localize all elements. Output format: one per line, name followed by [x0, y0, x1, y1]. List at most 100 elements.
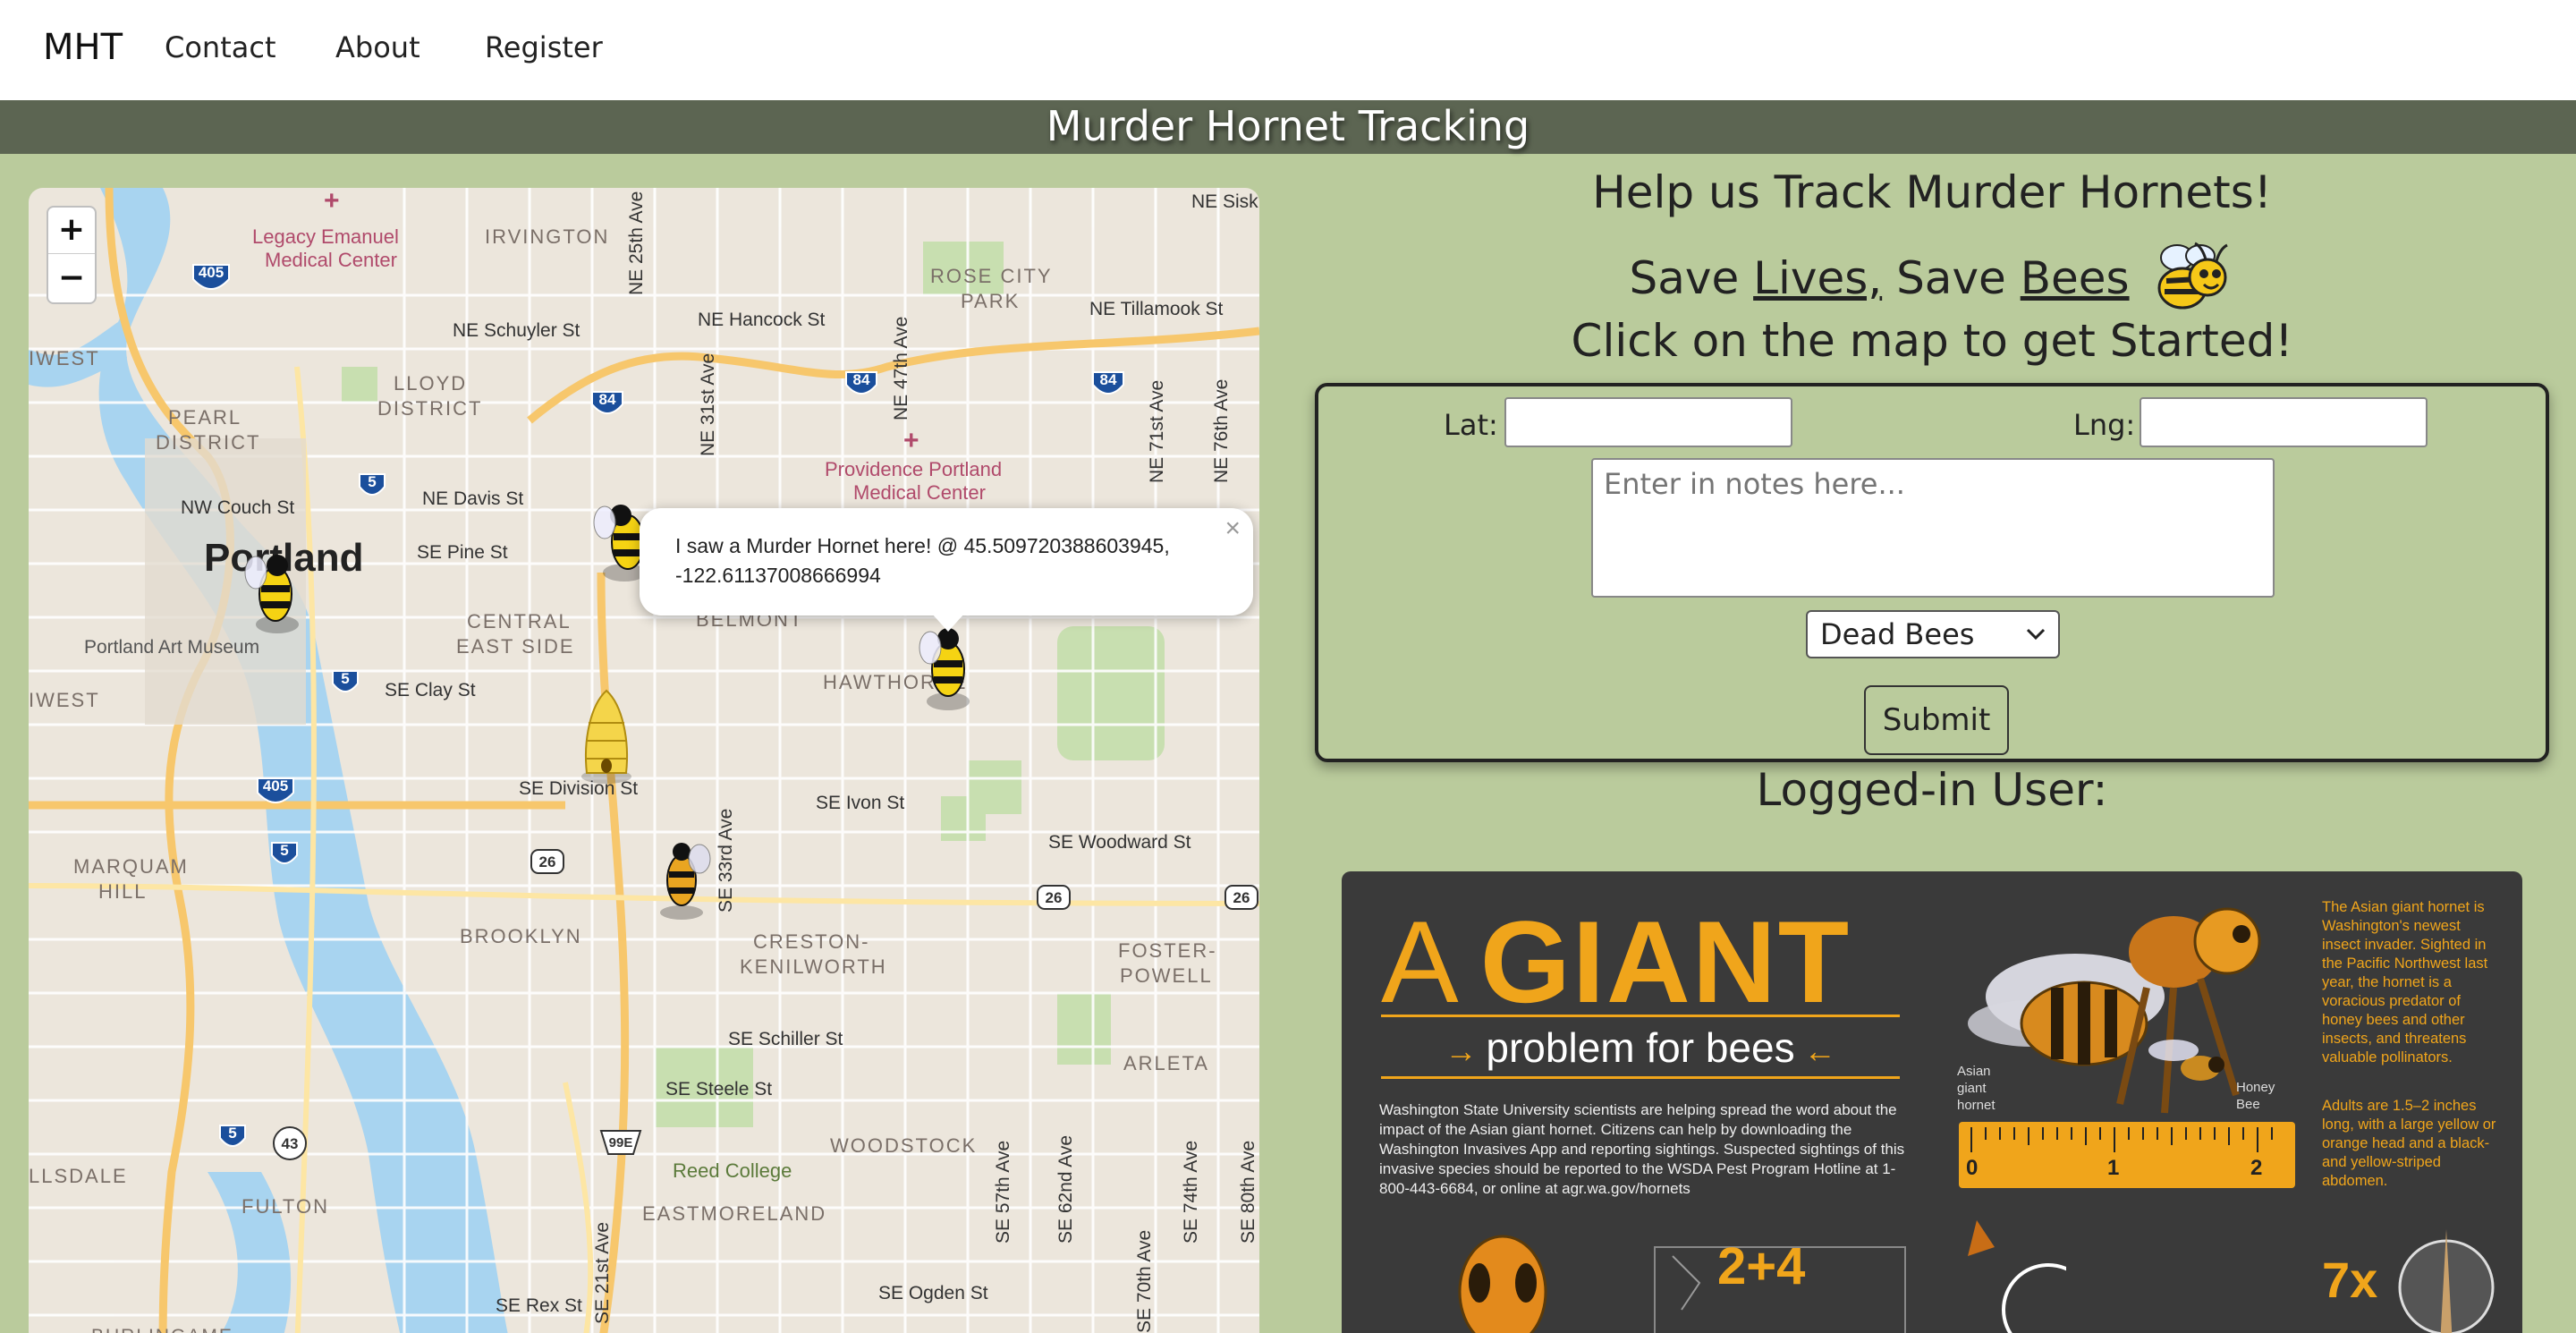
label-ne-31st: NE 31st Ave	[698, 353, 718, 456]
shield-405-a: 405	[199, 264, 224, 281]
shield-43: 43	[282, 1135, 299, 1152]
map[interactable]: 405 84 84 84 5 5 405 5 5 26 26 26 43 99E…	[29, 188, 1259, 1333]
hornet-head-illustration	[1458, 1235, 1547, 1333]
lng-label: Lng:	[2073, 408, 2136, 442]
sighting-type-select[interactable]: Dead Bees	[1806, 610, 2060, 658]
label-irvington: IRVINGTON	[485, 225, 609, 248]
lat-label: Lat:	[1444, 408, 1498, 442]
label-woodstock: WOODSTOCK	[830, 1134, 977, 1157]
infographic-title-a: A	[1381, 896, 1461, 1027]
label-se-woodward: SE Woodward St	[1048, 832, 1191, 853]
bees-link[interactable]: Bees	[2021, 252, 2130, 304]
label-creston: CRESTON-	[753, 930, 870, 953]
label-se-pine: SE Pine St	[417, 542, 508, 563]
label-se-ivon: SE Ivon St	[816, 793, 904, 813]
nav-about[interactable]: About	[335, 30, 420, 64]
page-title: Murder Hornet Tracking	[1046, 102, 1530, 150]
label-lloyd: LLOYD	[394, 372, 467, 395]
zoom-control: + −	[47, 206, 97, 304]
popup-text: I saw a Murder Hornet here! @ 45.5097203…	[675, 534, 1170, 587]
hornet-marker-c[interactable]	[919, 628, 970, 710]
lat-input[interactable]	[1504, 397, 1792, 447]
select-value: Dead Bees	[1820, 617, 1975, 651]
dead-bee-marker[interactable]	[660, 843, 711, 920]
hive-marker[interactable]	[581, 689, 631, 784]
hospital-icon-a: +	[324, 188, 340, 216]
nav-contact[interactable]: Contact	[165, 30, 276, 64]
infographic-side-text-2: Adults are 1.5–2 inches long, with a lar…	[2322, 1098, 2496, 1189]
nav-register[interactable]: Register	[485, 30, 603, 64]
sighting-form: Lat: Lng: Dead Bees Submit	[1315, 383, 2549, 762]
label-se-clay: SE Clay St	[385, 680, 476, 700]
ruler-label-2: 2	[2250, 1156, 2263, 1180]
label-art-museum: Portland Art Museum	[84, 637, 259, 658]
infographic-title: A GIANT	[1381, 895, 1851, 1029]
lives-link[interactable]: Lives,	[1753, 252, 1882, 304]
svg-text:DISTRICT: DISTRICT	[377, 397, 482, 420]
label-se-57th: SE 57th Ave	[993, 1141, 1013, 1244]
svg-text:DISTRICT: DISTRICT	[156, 431, 260, 454]
popup-close-button[interactable]: ×	[1224, 514, 1241, 543]
heading-save-prefix: Save	[1629, 252, 1754, 304]
notes-textarea[interactable]	[1591, 458, 2275, 598]
leaf-and-target-illustration	[1968, 1220, 2066, 1333]
heading-save-mid: Save	[1882, 252, 2021, 304]
label-reed: Reed College	[673, 1159, 792, 1182]
svg-text:EAST SIDE: EAST SIDE	[456, 635, 575, 658]
size-ruler: 0 1 2	[1959, 1122, 2295, 1188]
shield-84-c: 84	[1100, 371, 1117, 388]
shield-5-a: 5	[368, 473, 376, 490]
shield-5-d: 5	[228, 1125, 236, 1142]
svg-text:POWELL: POWELL	[1120, 964, 1213, 987]
label-ne-76th: NE 76th Ave	[1211, 379, 1232, 483]
hornet-marker-b[interactable]	[593, 505, 646, 582]
label-ne-tillamook: NE Tillamook St	[1089, 299, 1224, 319]
label-se-70th: SE 70th Ave	[1134, 1230, 1155, 1333]
infographic-body: Washington State University scientists a…	[1379, 1101, 1905, 1197]
label-rose-city: ROSE CITY	[930, 265, 1053, 287]
svg-text:IWEST: IWEST	[29, 689, 100, 711]
ruler-label-0: 0	[1966, 1156, 1979, 1180]
label-se-steele: SE Steele St	[665, 1079, 772, 1100]
giant-hornet-infographic: A GIANT → problem for bees ← Washington S…	[1342, 871, 2522, 1333]
hospital-icon-b: +	[903, 426, 919, 455]
label-pearl: PEARL	[168, 406, 242, 429]
label-se-schiller: SE Schiller St	[728, 1029, 843, 1049]
label-west-hills: IWEST	[29, 347, 100, 369]
zoom-in-button[interactable]: +	[48, 208, 95, 254]
label-brooklyn: BROOKLYN	[460, 925, 582, 947]
popup-tip	[932, 614, 964, 632]
label-ne-hancock: NE Hancock St	[698, 310, 826, 330]
label-se-62nd: SE 62nd Ave	[1055, 1135, 1076, 1244]
shield-405-b: 405	[263, 777, 288, 794]
label-foster: FOSTER-	[1118, 939, 1217, 962]
label-se-74th: SE 74th Ave	[1181, 1141, 1201, 1244]
label-illsdale: LLSDALE	[29, 1165, 128, 1187]
label-eastmoreland: EASTMORELAND	[642, 1202, 826, 1225]
svg-text:Medical Center: Medical Center	[853, 481, 986, 504]
brand-link[interactable]: MHT	[43, 27, 123, 68]
zoom-out-button[interactable]: −	[48, 256, 95, 302]
label-nw-couch: NW Couch St	[181, 497, 294, 518]
heading-save: Save Lives, Save Bees	[1288, 236, 2576, 317]
map-tiles[interactable]: 405 84 84 84 5 5 405 5 5 26 26 26 43 99E…	[29, 188, 1259, 1333]
shield-5-b: 5	[341, 670, 349, 687]
label-legacy: Legacy Emanuel	[252, 225, 399, 248]
label-ne-47th: NE 47th Ave	[891, 317, 911, 420]
honey-bee-label: Honey Bee	[2236, 1080, 2275, 1112]
shield-26-b: 26	[1046, 889, 1063, 906]
navbar: MHT Contact About Register	[0, 0, 2576, 100]
asian-hornet-label: Asian giant hornet	[1957, 1064, 1996, 1113]
label-providence: Providence Portland	[825, 458, 1002, 480]
chevron-down-icon	[2026, 628, 2046, 641]
title-bar: Murder Hornet Tracking	[0, 100, 2576, 154]
infographic-subtitle-text: problem for bees	[1486, 1024, 1795, 1071]
label-se-21st: SE 21st Ave	[592, 1222, 613, 1324]
infographic-subtitle: → problem for bees ←	[1381, 1015, 1900, 1079]
heading-click-map: Click on the map to get Started!	[1571, 315, 2293, 367]
label-se-ogden: SE Ogden St	[878, 1283, 988, 1303]
shield-99e: 99E	[609, 1135, 633, 1150]
lng-input[interactable]	[2140, 397, 2428, 447]
submit-button[interactable]: Submit	[1864, 685, 2009, 755]
svg-text:HILL: HILL	[98, 880, 147, 903]
